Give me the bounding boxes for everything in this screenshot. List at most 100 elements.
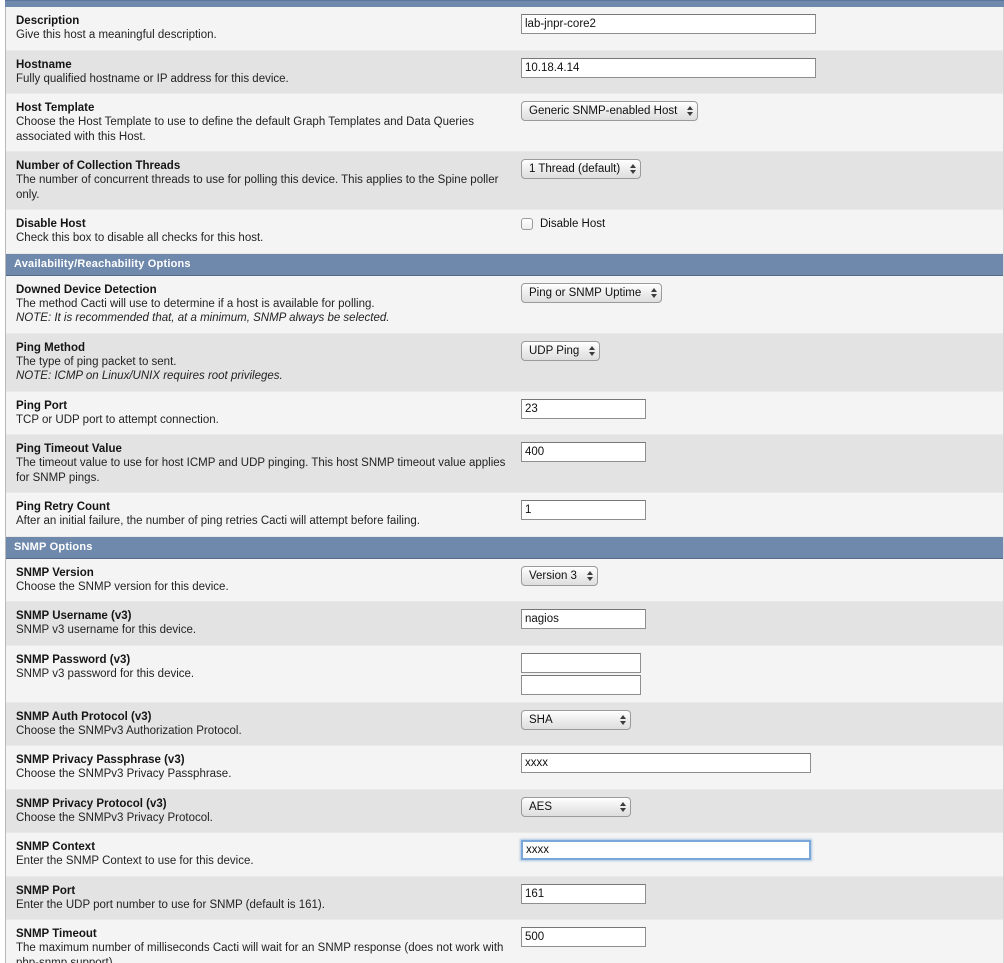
field-cell-snmp-privacy-protocol: AES [516, 796, 1003, 817]
field-description-snmp-version: Choose the SNMP version for this device. [16, 580, 229, 593]
label-cell-collection-threads: Number of Collection Threads The number o… [6, 159, 516, 202]
collection-threads-select[interactable]: 1 Thread (default) [521, 159, 642, 179]
snmp-password-input[interactable] [521, 652, 641, 673]
section-header-availability: Availability/Reachability Options [6, 253, 1003, 276]
downed-device-detection-select-value: Ping or SNMP Uptime [529, 286, 642, 299]
disable-host-checkbox[interactable]: Disable Host [521, 218, 605, 230]
field-label-hostname: Hostname [16, 58, 72, 71]
field-cell-snmp-username [516, 609, 1003, 629]
snmp-context-input[interactable] [521, 840, 811, 860]
form-row-description: Description Give this host a meaningful d… [6, 7, 1003, 51]
form-row-collection-threads: Number of Collection Threads The number o… [6, 152, 1003, 210]
field-cell-disable-host: Disable Host [516, 217, 1003, 235]
snmp-password-confirm-input[interactable] [521, 674, 641, 695]
top-section-bar [5, 0, 1004, 7]
form-row-downed-device-detection: Downed Device Detection The method Cacti … [6, 275, 1003, 334]
field-description-disable-host: Check this box to disable all checks for… [16, 232, 264, 244]
form-row-snmp-version: SNMP Version Choose the SNMP version for … [6, 558, 1003, 602]
field-cell-ping-retry-count [516, 500, 1003, 520]
field-cell-snmp-password [516, 652, 1003, 695]
field-label-downed-device-detection: Downed Device Detection [16, 283, 157, 296]
field-note-downed-device-detection: NOTE: It is recommended that, at a minim… [16, 312, 390, 324]
ping-port-input[interactable] [521, 398, 646, 419]
label-cell-snmp-password: SNMP Password (v3) SNMP v3 password for t… [6, 653, 516, 682]
ping-timeout-value-input[interactable] [521, 442, 646, 462]
field-description-ping-port: TCP or UDP port to attempt connection. [16, 413, 219, 426]
field-description-host-template: Choose the Host Template to use to defin… [16, 116, 474, 143]
field-description-snmp-timeout: The maximum number of milliseconds Cacti… [16, 942, 504, 963]
label-cell-snmp-version: SNMP Version Choose the SNMP version for … [6, 566, 516, 595]
chevron-updown-icon [687, 106, 694, 116]
field-cell-snmp-auth-protocol: SHA [516, 709, 1003, 730]
chevron-updown-icon [589, 345, 596, 356]
field-cell-description [516, 14, 1003, 34]
field-cell-downed-device-detection: Ping or SNMP Uptime [516, 282, 1003, 303]
form-row-snmp-privacy-passphrase: SNMP Privacy Passphrase (v3) Choose the S… [6, 746, 1003, 790]
form-row-snmp-port: SNMP Port Enter the UDP port number to us… [6, 876, 1003, 920]
field-description-snmp-password: SNMP v3 password for this device. [16, 667, 195, 680]
field-label-snmp-privacy-protocol: SNMP Privacy Protocol (v3) [16, 797, 167, 810]
field-cell-snmp-privacy-passphrase [516, 753, 1003, 773]
downed-device-detection-select[interactable]: Ping or SNMP Uptime [521, 282, 663, 303]
field-cell-ping-method: UDP Ping [516, 340, 1003, 361]
collection-threads-select-value: 1 Thread (default) [529, 163, 621, 175]
label-cell-hostname: Hostname Fully qualified hostname or IP a… [6, 58, 516, 87]
ping-method-select[interactable]: UDP Ping [521, 340, 601, 361]
field-cell-snmp-version: Version 3 [516, 565, 1003, 586]
form-row-hostname: Hostname Fully qualified hostname or IP a… [6, 50, 1003, 94]
snmp-privacy-passphrase-input[interactable] [521, 753, 811, 773]
description-input[interactable] [521, 14, 816, 34]
field-description-collection-threads: The number of concurrent threads to use … [16, 174, 499, 201]
ping-retry-count-input[interactable] [521, 500, 646, 520]
field-note-ping-method: NOTE: ICMP on Linux/UNIX requires root p… [16, 370, 283, 382]
field-description-snmp-port: Enter the UDP port number to use for SNM… [16, 898, 325, 911]
field-cell-hostname [516, 57, 1003, 78]
label-cell-ping-method: Ping Method The type of ping packet to se… [6, 341, 516, 384]
snmp-version-select[interactable]: Version 3 [521, 565, 598, 586]
field-cell-ping-timeout-value [516, 442, 1003, 462]
field-label-description: Description [16, 15, 80, 27]
label-cell-host-template: Host Template Choose the Host Template to… [6, 101, 516, 144]
field-label-snmp-version: SNMP Version [16, 566, 94, 579]
field-label-ping-timeout-value: Ping Timeout Value [16, 443, 122, 455]
checkbox-icon[interactable] [521, 218, 533, 230]
field-label-host-template: Host Template [16, 102, 95, 114]
form-row-snmp-username: SNMP Username (v3) SNMP v3 username for t… [6, 602, 1003, 646]
disable-host-checkbox-label: Disable Host [540, 218, 606, 230]
hostname-input[interactable] [521, 57, 816, 78]
form-row-snmp-password: SNMP Password (v3) SNMP v3 password for t… [6, 645, 1003, 703]
label-cell-snmp-timeout: SNMP Timeout The maximum number of millis… [6, 927, 516, 963]
field-label-snmp-privacy-passphrase: SNMP Privacy Passphrase (v3) [16, 754, 185, 766]
label-cell-snmp-privacy-protocol: SNMP Privacy Protocol (v3) Choose the SNM… [6, 797, 516, 826]
snmp-auth-protocol-select-value: SHA [529, 713, 553, 726]
field-label-snmp-username: SNMP Username (v3) [16, 610, 132, 622]
snmp-port-input[interactable] [521, 883, 646, 904]
field-description-snmp-auth-protocol: Choose the SNMPv3 Authorization Protocol… [16, 724, 242, 737]
field-label-collection-threads: Number of Collection Threads [16, 160, 181, 172]
snmp-auth-protocol-select[interactable]: SHA [521, 709, 631, 730]
snmp-privacy-protocol-select-value: AES [529, 800, 553, 813]
label-cell-snmp-context: SNMP Context Enter the SNMP Context to us… [6, 840, 516, 869]
field-label-snmp-auth-protocol: SNMP Auth Protocol (v3) [16, 710, 152, 723]
field-label-ping-retry-count: Ping Retry Count [16, 501, 110, 513]
form-row-snmp-privacy-protocol: SNMP Privacy Protocol (v3) Choose the SNM… [6, 789, 1003, 833]
field-description-snmp-username: SNMP v3 username for this device. [16, 624, 197, 636]
host-template-select[interactable]: Generic SNMP-enabled Host [521, 101, 699, 121]
field-cell-ping-port [516, 398, 1003, 419]
field-label-ping-port: Ping Port [16, 399, 68, 412]
form-row-snmp-auth-protocol: SNMP Auth Protocol (v3) Choose the SNMPv3… [6, 702, 1003, 746]
chevron-updown-icon [620, 714, 626, 725]
ping-method-select-value: UDP Ping [529, 344, 580, 357]
snmp-password-fields [521, 652, 1003, 695]
device-settings-page: Description Give this host a meaningful d… [0, 0, 1004, 963]
field-cell-snmp-timeout [516, 927, 1003, 947]
field-cell-snmp-port [516, 883, 1003, 904]
device-settings-form: Description Give this host a meaningful d… [5, 7, 1004, 963]
form-row-snmp-context: SNMP Context Enter the SNMP Context to us… [6, 833, 1003, 877]
snmp-timeout-input[interactable] [521, 927, 646, 947]
snmp-username-input[interactable] [521, 609, 646, 629]
snmp-privacy-protocol-select[interactable]: AES [521, 796, 631, 817]
snmp-version-select-value: Version 3 [529, 569, 577, 582]
field-cell-snmp-context [516, 840, 1003, 860]
chevron-updown-icon [586, 570, 593, 581]
